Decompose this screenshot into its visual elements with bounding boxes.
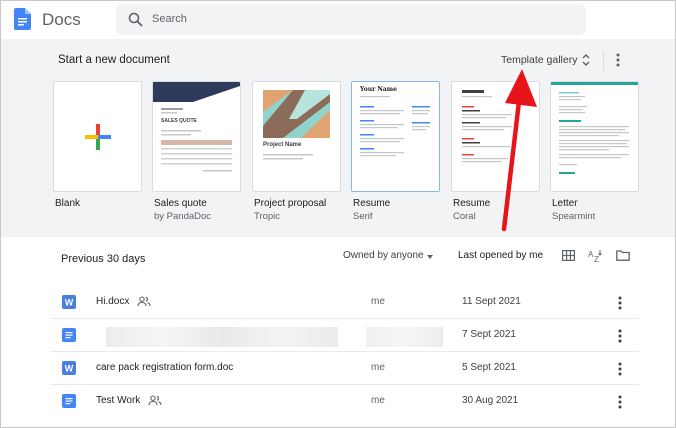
svg-text:W: W (65, 298, 74, 308)
more-vert-icon[interactable] (613, 361, 627, 377)
svg-text:Z: Z (594, 255, 599, 263)
template-subtitle: Spearmint (552, 211, 596, 222)
more-vert-icon[interactable] (612, 52, 624, 68)
template-name: Resume (453, 198, 491, 209)
sales-quote-thumb-title: SALES QUOTE (161, 118, 197, 124)
document-date: 5 Sept 2021 (462, 362, 516, 373)
template-name: Resume (353, 198, 391, 209)
document-owner: me (371, 362, 385, 373)
template-name: Sales quote (154, 198, 207, 209)
table-row[interactable]: Test Work me 30 Aug 2021 (51, 385, 639, 418)
resume-serif-thumbnail-art (360, 96, 430, 157)
document-date: 30 Aug 2021 (462, 395, 519, 406)
table-row[interactable]: W Hi.docx me 11 Sept 2021 (51, 286, 639, 319)
updown-icon[interactable] (581, 53, 591, 67)
template-subtitle: by PandaDoc (154, 211, 212, 222)
document-owner: me (371, 395, 385, 406)
table-row[interactable]: 7 Sept 2021 (51, 319, 639, 352)
word-file-icon: W (62, 295, 76, 309)
document-date: 7 Sept 2021 (462, 329, 516, 340)
more-vert-icon[interactable] (613, 295, 627, 311)
sort-az-icon[interactable]: A Z (588, 248, 603, 263)
app-title[interactable]: Docs (42, 10, 81, 30)
project-name-thumb-title: Project Name (263, 142, 302, 148)
start-new-document-heading: Start a new document (58, 54, 170, 66)
template-thumbnail[interactable]: Project Name (252, 81, 341, 192)
top-bar: Docs Search (1, 1, 675, 39)
svg-text:W: W (65, 364, 74, 374)
template-thumbnail[interactable]: Your Name (351, 81, 440, 192)
document-name[interactable]: Hi.docx (96, 296, 129, 307)
document-date: 11 Sept 2021 (462, 296, 521, 307)
template-name: Letter (552, 198, 578, 209)
template-thumbnail[interactable]: SALES QUOTE (152, 81, 241, 192)
letter-spearmint-thumbnail-art (551, 82, 638, 174)
chevron-down-icon[interactable] (427, 255, 433, 259)
template-subtitle: Coral (453, 211, 476, 222)
resume-thumb-title: Your Name (360, 86, 397, 93)
template-thumbnail[interactable] (550, 81, 639, 192)
recent-documents: Previous 30 days Owned by anyone Last op… (1, 237, 675, 427)
more-vert-icon[interactable] (613, 394, 627, 410)
docs-home-window: Docs Search Start a new document Templat… (0, 0, 676, 428)
more-vert-icon[interactable] (613, 328, 627, 344)
document-name[interactable]: Test Work (96, 395, 140, 406)
template-subtitle: Tropic (254, 211, 281, 222)
project-proposal-thumbnail-art (263, 90, 330, 160)
people-icon (137, 296, 151, 307)
table-row[interactable]: W care pack registration form.doc me 5 S… (51, 352, 639, 385)
annotation-arrow (501, 69, 537, 232)
template-thumbnail[interactable] (53, 81, 142, 192)
template-name: Blank (55, 198, 81, 209)
search-icon[interactable] (128, 12, 143, 27)
word-file-icon: W (62, 361, 76, 375)
search-input[interactable]: Search (152, 13, 187, 25)
folder-icon[interactable] (616, 250, 630, 261)
people-icon (148, 395, 162, 406)
docs-logo-icon[interactable] (14, 8, 31, 30)
divider (603, 51, 604, 71)
template-band: Start a new document Template gallery Bl… (1, 39, 675, 237)
owner-filter-dropdown[interactable]: Owned by anyone (343, 250, 424, 261)
template-name: Project proposal (254, 198, 327, 209)
redacted-name (106, 327, 338, 347)
sales-quote-thumbnail-art (153, 82, 240, 172)
document-owner: me (371, 296, 385, 307)
plus-icon (85, 124, 111, 150)
document-name[interactable]: care pack registration form.doc (96, 362, 233, 373)
grid-view-icon[interactable] (562, 250, 575, 261)
sort-label[interactable]: Last opened by me (458, 250, 543, 261)
doc-file-icon (62, 394, 76, 408)
search-bar[interactable]: Search (116, 4, 586, 35)
recent-section-heading: Previous 30 days (61, 253, 146, 265)
template-subtitle: Serif (353, 211, 373, 222)
doc-file-icon (62, 328, 76, 342)
redacted-owner (366, 327, 443, 347)
